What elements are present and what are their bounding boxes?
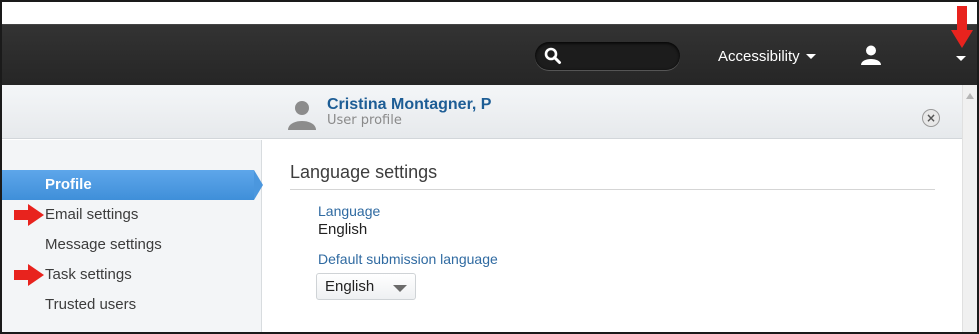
avatar — [288, 101, 316, 130]
search-icon — [544, 47, 561, 64]
sidebar-item-trusted-users[interactable]: Trusted users — [2, 290, 254, 320]
sidebar-item-message-settings[interactable]: Message settings — [2, 230, 254, 260]
chevron-down-icon — [805, 53, 816, 59]
profile-name-link[interactable]: Cristina Montagner, P — [327, 96, 491, 114]
accessibility-menu[interactable]: Accessibility — [718, 45, 816, 67]
profile-subtitle: User profile — [327, 113, 402, 128]
section-divider — [290, 189, 935, 190]
scroll-up-icon[interactable] — [966, 93, 974, 99]
active-item-pointer — [254, 170, 263, 200]
default-submission-language-label: Default submission language — [318, 251, 498, 267]
annotation-arrow-right-icon — [14, 264, 44, 286]
sidebar-item-profile[interactable]: Profile — [2, 170, 254, 200]
default-submission-language-select[interactable]: English — [316, 273, 416, 300]
user-menu-caret-icon[interactable] — [956, 56, 966, 61]
select-value: English — [325, 278, 375, 295]
vertical-scrollbar[interactable] — [962, 85, 977, 332]
language-label: Language — [318, 203, 381, 219]
section-title: Language settings — [290, 162, 438, 182]
chevron-down-icon — [393, 285, 407, 292]
top-bar-body — [2, 24, 977, 85]
accessibility-label: Accessibility — [718, 47, 800, 65]
annotation-arrow-down-icon — [951, 6, 973, 48]
user-icon[interactable] — [860, 44, 882, 66]
top-navigation-bar — [2, 2, 977, 85]
top-strip — [2, 2, 977, 24]
close-icon[interactable]: × — [922, 109, 940, 127]
annotation-arrow-right-icon — [14, 204, 44, 226]
language-value: English — [318, 221, 368, 238]
search-input[interactable] — [535, 42, 680, 70]
